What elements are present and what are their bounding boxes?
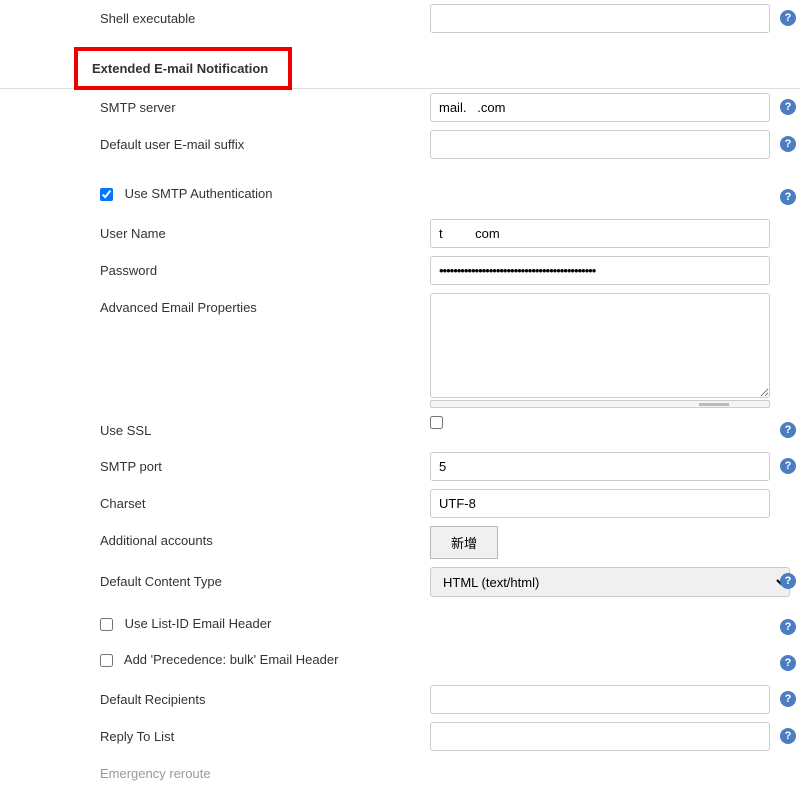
use-list-id-label: Use List-ID Email Header xyxy=(125,616,272,631)
user-name-input[interactable] xyxy=(430,219,770,248)
reply-to-list-input[interactable] xyxy=(430,722,770,751)
default-suffix-label: Default user E-mail suffix xyxy=(0,130,430,152)
help-icon[interactable]: ? xyxy=(780,655,796,671)
default-recipients-input[interactable] xyxy=(430,685,770,714)
use-smtp-auth-checkbox[interactable] xyxy=(100,188,113,201)
add-precedence-checkbox[interactable] xyxy=(100,654,113,667)
section-header: Extended E-mail Notification xyxy=(92,61,268,76)
password-input[interactable] xyxy=(430,256,770,285)
resize-handle[interactable] xyxy=(430,400,770,408)
emergency-label: Emergency reroute xyxy=(0,759,430,781)
smtp-server-input[interactable] xyxy=(430,93,770,122)
smtp-port-label: SMTP port xyxy=(0,452,430,474)
help-icon[interactable]: ? xyxy=(780,10,796,26)
help-icon[interactable]: ? xyxy=(780,728,796,744)
use-ssl-checkbox[interactable] xyxy=(430,416,443,429)
section-highlight: Extended E-mail Notification xyxy=(74,47,292,90)
charset-label: Charset xyxy=(0,489,430,511)
advanced-props-label: Advanced Email Properties xyxy=(0,293,430,315)
help-icon[interactable]: ? xyxy=(780,691,796,707)
help-icon[interactable]: ? xyxy=(780,422,796,438)
help-icon[interactable]: ? xyxy=(780,99,796,115)
password-label: Password xyxy=(0,256,430,278)
default-content-type-select[interactable]: HTML (text/html) xyxy=(430,567,790,597)
shell-executable-input[interactable] xyxy=(430,4,770,33)
smtp-port-input[interactable] xyxy=(430,452,770,481)
add-account-button[interactable]: 新增 xyxy=(430,526,498,559)
default-suffix-input[interactable] xyxy=(430,130,770,159)
use-list-id-checkbox[interactable] xyxy=(100,618,113,631)
user-name-label: User Name xyxy=(0,219,430,241)
help-icon[interactable]: ? xyxy=(780,136,796,152)
help-icon[interactable]: ? xyxy=(780,458,796,474)
help-icon[interactable]: ? xyxy=(780,573,796,589)
help-icon[interactable]: ? xyxy=(780,189,796,205)
smtp-server-label: SMTP server xyxy=(0,93,430,115)
reply-to-list-label: Reply To List xyxy=(0,722,430,744)
add-precedence-label: Add 'Precedence: bulk' Email Header xyxy=(124,652,339,667)
additional-accounts-label: Additional accounts xyxy=(0,526,430,548)
advanced-props-textarea[interactable] xyxy=(430,293,770,398)
charset-input[interactable] xyxy=(430,489,770,518)
default-recipients-label: Default Recipients xyxy=(0,685,430,707)
use-ssl-label: Use SSL xyxy=(0,416,430,438)
use-smtp-auth-label: Use SMTP Authentication xyxy=(125,186,273,201)
help-icon[interactable]: ? xyxy=(780,619,796,635)
shell-executable-label: Shell executable xyxy=(0,4,430,26)
default-content-type-label: Default Content Type xyxy=(0,567,430,589)
